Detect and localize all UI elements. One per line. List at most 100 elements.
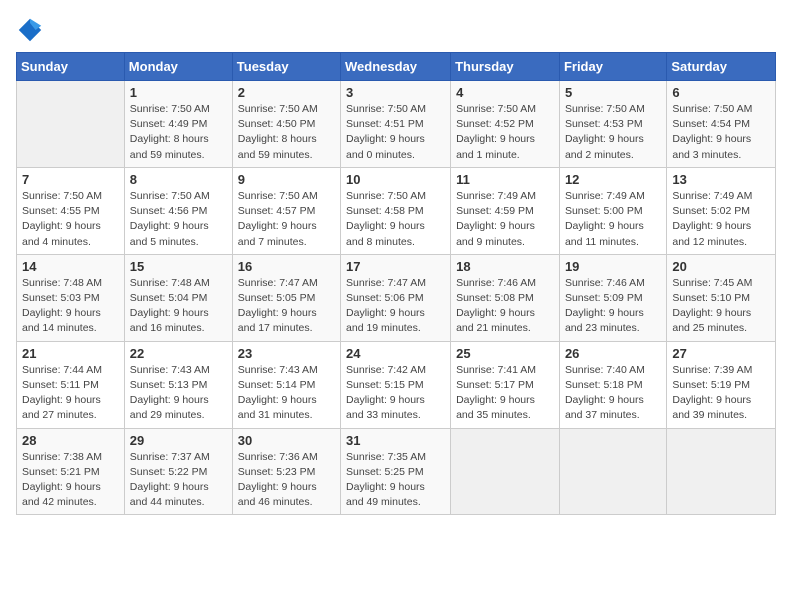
- day-number: 11: [456, 172, 554, 187]
- calendar-cell: 12 Sunrise: 7:49 AMSunset: 5:00 PMDayligh…: [559, 167, 666, 254]
- calendar-header: SundayMondayTuesdayWednesdayThursdayFrid…: [17, 53, 776, 81]
- calendar-cell: 27Sunrise: 7:39 AMSunset: 5:19 PMDayligh…: [667, 341, 776, 428]
- calendar-cell: 31 Sunrise: 7:35 AMSunset: 5:25 PMDayligh…: [341, 428, 451, 515]
- logo-icon: [16, 16, 44, 44]
- calendar-cell: 9 Sunrise: 7:50 AMSunset: 4:57 PMDaylight…: [232, 167, 340, 254]
- calendar-cell: 1Sunrise: 7:50 AMSunset: 4:49 PMDaylight…: [124, 81, 232, 168]
- calendar-cell: 21 Sunrise: 7:44 AMSunset: 5:11 PMDayligh…: [17, 341, 125, 428]
- calendar-week-row: 28 Sunrise: 7:38 AMSunset: 5:21 PMDayligh…: [17, 428, 776, 515]
- calendar-cell: 2 Sunrise: 7:50 AMSunset: 4:50 PMDaylight…: [232, 81, 340, 168]
- calendar-cell: 14Sunrise: 7:48 AMSunset: 5:03 PMDayligh…: [17, 254, 125, 341]
- weekday-row: SundayMondayTuesdayWednesdayThursdayFrid…: [17, 53, 776, 81]
- weekday-header: Sunday: [17, 53, 125, 81]
- day-number: 10: [346, 172, 445, 187]
- day-number: 7: [22, 172, 119, 187]
- day-info: Sunrise: 7:46 AMSunset: 5:08 PMDaylight:…: [456, 276, 554, 337]
- day-info: Sunrise: 7:50 AMSunset: 4:50 PMDaylight:…: [238, 102, 335, 163]
- day-info: Sunrise: 7:49 AMSunset: 5:02 PMDaylight:…: [672, 189, 770, 250]
- calendar-body: 1Sunrise: 7:50 AMSunset: 4:49 PMDaylight…: [17, 81, 776, 515]
- day-info: Sunrise: 7:50 AMSunset: 4:54 PMDaylight:…: [672, 102, 770, 163]
- calendar-cell: 3 Sunrise: 7:50 AMSunset: 4:51 PMDaylight…: [341, 81, 451, 168]
- page-header: [16, 16, 776, 44]
- day-number: 26: [565, 346, 661, 361]
- calendar-week-row: 1Sunrise: 7:50 AMSunset: 4:49 PMDaylight…: [17, 81, 776, 168]
- day-number: 22: [130, 346, 227, 361]
- day-number: 12: [565, 172, 661, 187]
- calendar-cell: 20Sunrise: 7:45 AMSunset: 5:10 PMDayligh…: [667, 254, 776, 341]
- day-info: Sunrise: 7:47 AMSunset: 5:05 PMDaylight:…: [238, 276, 335, 337]
- calendar-cell: 15 Sunrise: 7:48 AMSunset: 5:04 PMDayligh…: [124, 254, 232, 341]
- day-info: Sunrise: 7:39 AMSunset: 5:19 PMDaylight:…: [672, 363, 770, 424]
- day-info: Sunrise: 7:50 AMSunset: 4:49 PMDaylight:…: [130, 102, 227, 163]
- calendar-cell: 17 Sunrise: 7:47 AMSunset: 5:06 PMDayligh…: [341, 254, 451, 341]
- day-number: 17: [346, 259, 445, 274]
- day-number: 24: [346, 346, 445, 361]
- calendar-cell: [667, 428, 776, 515]
- day-number: 15: [130, 259, 227, 274]
- calendar-cell: 5 Sunrise: 7:50 AMSunset: 4:53 PMDaylight…: [559, 81, 666, 168]
- day-number: 18: [456, 259, 554, 274]
- calendar-cell: 11 Sunrise: 7:49 AMSunset: 4:59 PMDayligh…: [451, 167, 560, 254]
- day-info: Sunrise: 7:41 AMSunset: 5:17 PMDaylight:…: [456, 363, 554, 424]
- day-number: 31: [346, 433, 445, 448]
- day-info: Sunrise: 7:37 AMSunset: 5:22 PMDaylight:…: [130, 450, 227, 511]
- calendar-table: SundayMondayTuesdayWednesdayThursdayFrid…: [16, 52, 776, 515]
- calendar-cell: 18 Sunrise: 7:46 AMSunset: 5:08 PMDayligh…: [451, 254, 560, 341]
- weekday-header: Friday: [559, 53, 666, 81]
- day-number: 16: [238, 259, 335, 274]
- day-number: 5: [565, 85, 661, 100]
- day-number: 25: [456, 346, 554, 361]
- day-number: 19: [565, 259, 661, 274]
- day-info: Sunrise: 7:50 AMSunset: 4:52 PMDaylight:…: [456, 102, 554, 163]
- day-info: Sunrise: 7:50 AMSunset: 4:57 PMDaylight:…: [238, 189, 335, 250]
- day-info: Sunrise: 7:43 AMSunset: 5:13 PMDaylight:…: [130, 363, 227, 424]
- calendar-cell: 30Sunrise: 7:36 AMSunset: 5:23 PMDayligh…: [232, 428, 340, 515]
- day-info: Sunrise: 7:50 AMSunset: 4:51 PMDaylight:…: [346, 102, 445, 163]
- day-info: Sunrise: 7:35 AMSunset: 5:25 PMDaylight:…: [346, 450, 445, 511]
- logo: [16, 16, 48, 44]
- day-info: Sunrise: 7:44 AMSunset: 5:11 PMDaylight:…: [22, 363, 119, 424]
- calendar-cell: 16 Sunrise: 7:47 AMSunset: 5:05 PMDayligh…: [232, 254, 340, 341]
- calendar-week-row: 7 Sunrise: 7:50 AMSunset: 4:55 PMDaylight…: [17, 167, 776, 254]
- weekday-header: Saturday: [667, 53, 776, 81]
- calendar-cell: 10 Sunrise: 7:50 AMSunset: 4:58 PMDayligh…: [341, 167, 451, 254]
- day-number: 9: [238, 172, 335, 187]
- calendar-cell: 4 Sunrise: 7:50 AMSunset: 4:52 PMDaylight…: [451, 81, 560, 168]
- day-info: Sunrise: 7:42 AMSunset: 5:15 PMDaylight:…: [346, 363, 445, 424]
- calendar-cell: [559, 428, 666, 515]
- calendar-week-row: 21 Sunrise: 7:44 AMSunset: 5:11 PMDayligh…: [17, 341, 776, 428]
- calendar-cell: 28 Sunrise: 7:38 AMSunset: 5:21 PMDayligh…: [17, 428, 125, 515]
- day-info: Sunrise: 7:50 AMSunset: 4:56 PMDaylight:…: [130, 189, 227, 250]
- calendar-cell: 8 Sunrise: 7:50 AMSunset: 4:56 PMDaylight…: [124, 167, 232, 254]
- day-info: Sunrise: 7:50 AMSunset: 4:55 PMDaylight:…: [22, 189, 119, 250]
- weekday-header: Wednesday: [341, 53, 451, 81]
- calendar-cell: [451, 428, 560, 515]
- calendar-cell: [17, 81, 125, 168]
- calendar-cell: 26 Sunrise: 7:40 AMSunset: 5:18 PMDayligh…: [559, 341, 666, 428]
- day-info: Sunrise: 7:40 AMSunset: 5:18 PMDaylight:…: [565, 363, 661, 424]
- day-info: Sunrise: 7:38 AMSunset: 5:21 PMDaylight:…: [22, 450, 119, 511]
- day-info: Sunrise: 7:45 AMSunset: 5:10 PMDaylight:…: [672, 276, 770, 337]
- day-info: Sunrise: 7:49 AMSunset: 5:00 PMDaylight:…: [565, 189, 661, 250]
- day-info: Sunrise: 7:47 AMSunset: 5:06 PMDaylight:…: [346, 276, 445, 337]
- calendar-cell: 25 Sunrise: 7:41 AMSunset: 5:17 PMDayligh…: [451, 341, 560, 428]
- calendar-cell: 24 Sunrise: 7:42 AMSunset: 5:15 PMDayligh…: [341, 341, 451, 428]
- day-number: 13: [672, 172, 770, 187]
- day-info: Sunrise: 7:36 AMSunset: 5:23 PMDaylight:…: [238, 450, 335, 511]
- calendar-cell: 6 Sunrise: 7:50 AMSunset: 4:54 PMDaylight…: [667, 81, 776, 168]
- day-number: 6: [672, 85, 770, 100]
- day-info: Sunrise: 7:48 AMSunset: 5:03 PMDaylight:…: [22, 276, 119, 337]
- day-number: 21: [22, 346, 119, 361]
- day-info: Sunrise: 7:48 AMSunset: 5:04 PMDaylight:…: [130, 276, 227, 337]
- day-info: Sunrise: 7:50 AMSunset: 4:53 PMDaylight:…: [565, 102, 661, 163]
- calendar-cell: 7 Sunrise: 7:50 AMSunset: 4:55 PMDaylight…: [17, 167, 125, 254]
- day-info: Sunrise: 7:49 AMSunset: 4:59 PMDaylight:…: [456, 189, 554, 250]
- day-number: 3: [346, 85, 445, 100]
- weekday-header: Tuesday: [232, 53, 340, 81]
- day-info: Sunrise: 7:50 AMSunset: 4:58 PMDaylight:…: [346, 189, 445, 250]
- day-number: 28: [22, 433, 119, 448]
- day-number: 2: [238, 85, 335, 100]
- calendar-cell: 22 Sunrise: 7:43 AMSunset: 5:13 PMDayligh…: [124, 341, 232, 428]
- day-number: 4: [456, 85, 554, 100]
- day-number: 8: [130, 172, 227, 187]
